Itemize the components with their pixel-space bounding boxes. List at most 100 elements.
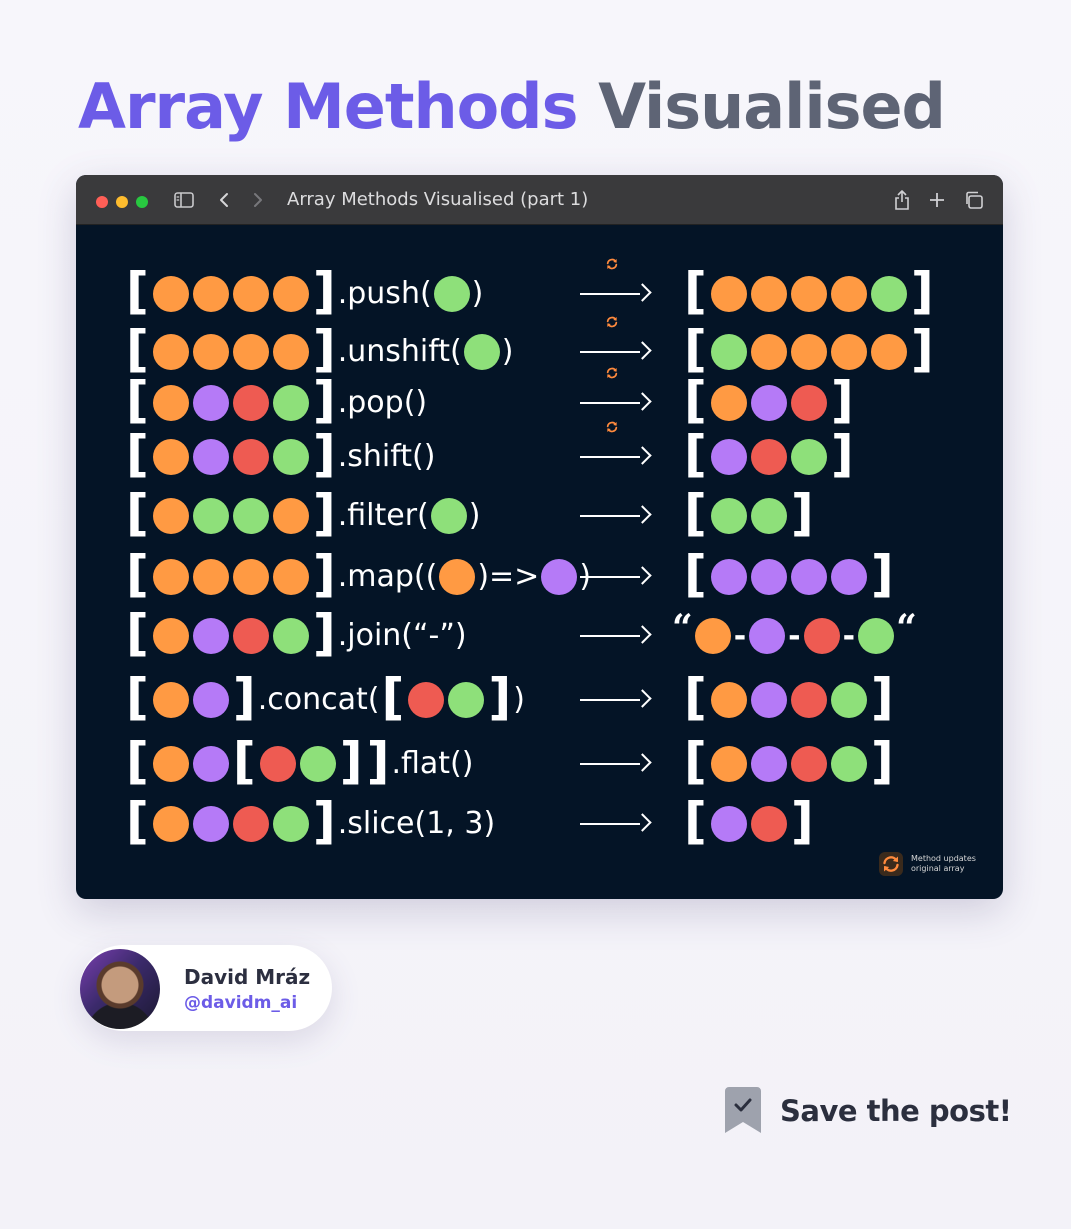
orange-element [152,618,189,654]
green-element [299,746,336,782]
green-element [710,334,747,370]
orange-element [272,498,309,534]
orange-element [152,806,189,842]
green-element [272,806,309,842]
arrow-line [580,699,640,701]
method-call-close: ) [513,682,525,717]
close-bracket: ] [910,320,934,378]
back-icon[interactable] [218,192,230,208]
close-bracket: ] [870,732,894,790]
method-call: .concat( [257,682,380,717]
open-bracket: [ [684,668,707,726]
legend-text: Method updates original array [911,854,976,873]
close-bracket: ] [870,545,894,603]
new-tab-icon[interactable] [929,192,945,208]
orange-element [710,276,747,312]
orange-element [272,559,309,595]
method-input: [] .filter() [124,488,480,544]
avatar[interactable] [80,949,160,1029]
refresh-icon [606,316,618,328]
refresh-icon [606,367,618,379]
close-bracket: ] [910,262,934,320]
method-row: [] .pop()[] [76,367,1003,431]
red-element [790,385,827,421]
red-element [803,618,840,654]
method-call: .pop() [337,385,428,420]
author-handle[interactable]: @davidm_ai [184,993,297,1013]
purple-element [541,559,578,595]
green-element [430,498,467,534]
method-row: [] .shift()[] [76,421,1003,485]
method-input: [] .concat([]) [124,672,525,728]
open-bracket: [ [684,484,707,542]
open-bracket: [ [126,484,149,542]
close-bracket: ] [366,732,390,790]
close-bracket: ] [232,668,256,726]
arrow-head [633,505,652,524]
green-element [870,276,907,312]
open-bracket: [ [126,732,149,790]
method-call: .join(“-”) [337,618,467,653]
arrow-line [580,351,640,353]
arrow-line [580,293,640,295]
purple-element [192,806,229,842]
red-element [790,682,827,718]
orange-element [192,334,229,370]
method-output: [] [682,672,896,728]
orange-element [232,334,269,370]
orange-element [152,498,189,534]
close-bracket: ] [870,668,894,726]
green-element [232,498,269,534]
method-output: [] [682,266,936,322]
orange-element [750,334,787,370]
orange-element [790,276,827,312]
forward-icon[interactable] [252,192,264,208]
red-element [790,746,827,782]
page-title: Array Methods Visualised [78,70,946,143]
save-post-button[interactable]: Save the post! [722,1087,1012,1135]
purple-element [750,385,787,421]
close-window-button[interactable] [96,196,108,208]
result-arrow [580,421,652,485]
tab-title: Array Methods Visualised (part 1) [287,189,589,210]
window-titlebar: Array Methods Visualised (part 1) [76,175,1003,225]
orange-element [710,385,747,421]
method-call: .filter( [337,498,429,533]
orange-element [694,618,731,654]
method-call: .unshift( [337,334,462,369]
result-arrow [580,549,652,605]
close-bracket: ] [790,792,814,850]
tabs-overview-icon[interactable] [964,191,984,210]
close-bracket: ] [312,320,336,378]
orange-element [152,439,189,475]
close-bracket: ] [830,425,854,483]
method-call-close: ) [501,334,514,369]
method-input: [] .slice(1, 3) [124,796,495,852]
author-card[interactable]: David Mráz @davidm_ai [80,945,332,1031]
open-bracket: [ [126,545,149,603]
orange-element [830,334,867,370]
orange-element [152,385,189,421]
orange-element [439,559,476,595]
method-call: .map(( [337,559,438,594]
red-element [232,385,269,421]
share-icon[interactable] [893,189,911,211]
zoom-window-button[interactable] [136,196,148,208]
purple-element [192,618,229,654]
title-part-2: Visualised [598,70,946,143]
minimize-window-button[interactable] [116,196,128,208]
open-bracket: [ [381,668,405,726]
arrow-line [580,402,640,404]
purple-element [192,439,229,475]
method-call: .shift() [337,439,436,474]
orange-element [152,746,189,782]
method-row: [[]] .flat() [] [76,736,1003,792]
open-bracket: [ [126,425,149,483]
orange-element [790,334,827,370]
orange-element [192,559,229,595]
close-bracket: ] [312,262,336,320]
red-element [750,439,787,475]
close-bracket: ] [312,604,336,662]
sidebar-toggle-icon[interactable] [174,192,194,208]
purple-element [790,559,827,595]
